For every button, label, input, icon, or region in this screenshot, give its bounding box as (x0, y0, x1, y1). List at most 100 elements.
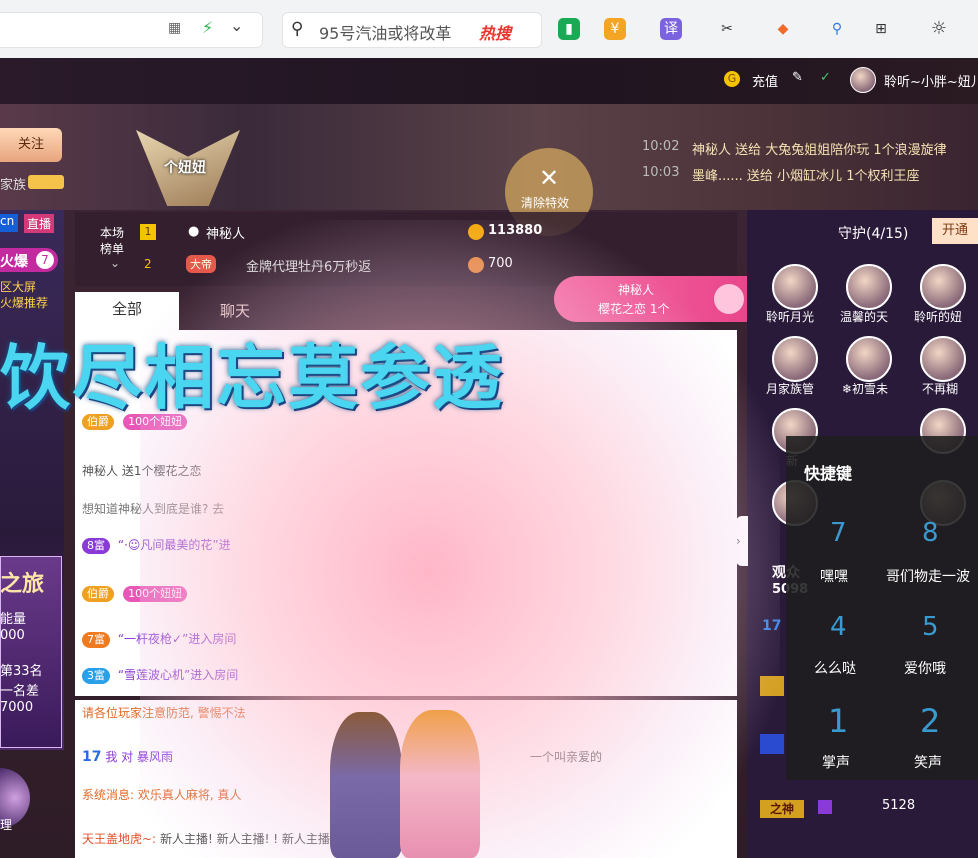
shortcut-label: 嘿嘿 (820, 569, 848, 585)
shortcut-item[interactable]: 4 么么哒 (800, 612, 876, 684)
guard-avatar[interactable] (772, 264, 818, 310)
search-input[interactable]: 95号汽油或将改革 (319, 20, 451, 44)
book-icon[interactable]: ▮ (558, 18, 580, 40)
guard-name: 不再糊 (922, 382, 959, 396)
shield-yen-icon[interactable]: ¥ (604, 18, 626, 40)
shortcut-key: 8 (922, 518, 939, 548)
guard-title: 守护(4/15) (838, 226, 909, 242)
ranking-name[interactable]: 金牌代理牡丹6万秒返 (246, 256, 371, 275)
collapse-arrow-icon[interactable]: › (736, 516, 748, 566)
chat-row: 8富 “·☺凡间最美的花”进 (82, 536, 231, 554)
translate-glyph: 译 (664, 21, 678, 37)
shortcut-key: 4 (830, 612, 847, 642)
guard-name: 月家族管 (766, 382, 815, 396)
ranking-name[interactable]: 神秘人 (206, 223, 245, 242)
brightness-icon[interactable]: ☼ (928, 18, 950, 40)
gift-icon (714, 284, 744, 314)
effect-girl (400, 710, 480, 858)
rank-number: 2 (144, 257, 152, 271)
fire-count: 7 (36, 251, 54, 269)
gift-message: 神秘人 送给 大兔兔姐姐陪你玩 1个浪漫旋律 (692, 143, 947, 158)
search-box[interactable]: ⚲ 95号汽油或将改革 热搜 (282, 12, 542, 48)
chevron-down-icon[interactable]: ⌄ (230, 16, 243, 35)
emperor-badge: 大帝 (186, 255, 216, 273)
tab-chat[interactable]: 聊天 (220, 300, 250, 321)
hot-search-label[interactable]: 热搜 (479, 20, 511, 44)
chat-message: 想知道神秘人到底是谁? 去 (82, 502, 225, 516)
guard-name: 温馨的天 (840, 310, 889, 324)
ranking-score: 700 (488, 256, 513, 271)
shortcut-item[interactable]: 5 爱你哦 (886, 612, 978, 684)
chat-message: 欢乐真人麻将, 真人 (137, 788, 242, 802)
guard-avatar[interactable] (772, 336, 818, 382)
shortcut-key: 2 (920, 702, 941, 740)
god-badge: 之神 (760, 800, 804, 818)
user-avatar[interactable] (850, 67, 876, 93)
effect-lyric-text: 饮尽相忘莫参透 (0, 337, 504, 419)
edit-icon[interactable]: ✎ (792, 70, 803, 85)
shortcut-item[interactable]: 1 掌声 (800, 702, 876, 774)
rank-number: 17 (762, 618, 782, 634)
shortcut-label: 爱你哦 (904, 661, 946, 677)
username[interactable]: 聆听~小胖~妞儿 (884, 71, 978, 90)
chat-message: 新人主播! 新人主播! ! 新人主播! ! (159, 832, 344, 846)
grid-icon[interactable]: ▦ (168, 20, 181, 36)
cn-label: cn (0, 214, 18, 232)
recharge-link[interactable]: 充值 (752, 71, 778, 90)
shortcut-label: 么么哒 (814, 661, 856, 677)
room-top-strip (0, 58, 978, 104)
shortcut-item[interactable]: 8 哥们物走一波 (886, 518, 978, 590)
clear-effect-label: 清除特效 (521, 196, 570, 210)
family-label: 家族 (0, 178, 27, 193)
guard-avatar[interactable] (920, 264, 966, 310)
notice-text: 请各位玩家注意防范, 警惕不法 (82, 706, 246, 720)
system-label: 系统消息: (82, 788, 135, 802)
chat-row: 系统消息: 欢乐真人麻将, 真人 (82, 786, 242, 803)
guard-name: 聆听的妞 (914, 310, 963, 324)
open-guard-button[interactable]: 开通 (932, 218, 978, 244)
expand-icon[interactable]: ⌄ (110, 256, 120, 270)
chat-message: 我 对 暴风雨 (105, 750, 173, 764)
game-icon[interactable]: ◆ (772, 18, 794, 40)
scissors-icon[interactable]: ✂ (716, 18, 738, 40)
shortcut-key: 5 (922, 612, 939, 642)
area-text: 火爆推荐 (0, 296, 49, 310)
wealth-badge: 7富 (82, 632, 110, 648)
translate-icon[interactable]: 译 (660, 18, 682, 40)
lightning-icon[interactable]: ⚡ (202, 18, 213, 37)
shortcut-key: 7 (830, 518, 847, 548)
address-bar[interactable] (0, 12, 263, 48)
shortcut-item[interactable]: 7 嘿嘿 (800, 518, 876, 590)
fire-tag[interactable]: 火爆 7 (0, 248, 58, 272)
shortcut-item[interactable]: 2 笑声 (886, 702, 978, 774)
chat-message: 一个叫亲爱的 (530, 750, 603, 764)
magnifier-icon[interactable]: ⚲ (826, 18, 848, 40)
user-badge (760, 734, 784, 754)
guard-avatar[interactable] (920, 336, 966, 382)
live-label: 直播 (24, 214, 55, 233)
guard-avatar[interactable] (846, 336, 892, 382)
shortcut-key: 1 (828, 702, 849, 740)
yen-glyph: ¥ (610, 21, 620, 37)
fire-label: 火爆 (0, 254, 28, 270)
gift-sender: 神秘人 (618, 283, 655, 297)
gift-message: 墨峰...... 送给 小烟缸冰儿 1个权利王座 (692, 169, 920, 184)
energy-value: 000 (0, 628, 25, 643)
ranking-panel (75, 212, 737, 286)
apps-icon[interactable]: ⊞ (870, 18, 892, 40)
user-score: 5128 (882, 798, 916, 813)
shortcut-label: 哥们物走一波 (886, 569, 970, 585)
manager-label: 理 (0, 818, 13, 832)
message-time: 10:02 (642, 139, 680, 154)
guard-avatar[interactable] (846, 264, 892, 310)
chat-row: 伯爵 100个妞妞 (82, 582, 191, 602)
guard-name: ❄初雪未 (842, 382, 889, 396)
check-icon[interactable]: ✓ (820, 70, 831, 85)
follow-button[interactable]: 关注 (0, 128, 62, 162)
search-icon: ⚲ (291, 19, 304, 39)
family-badge (28, 175, 64, 189)
energy-label: 能量 (0, 612, 27, 627)
chat-name: 天王盖地虎~: (82, 832, 157, 846)
gap-value: 7000 (0, 700, 34, 715)
rank-text: 第33名 (0, 664, 43, 679)
